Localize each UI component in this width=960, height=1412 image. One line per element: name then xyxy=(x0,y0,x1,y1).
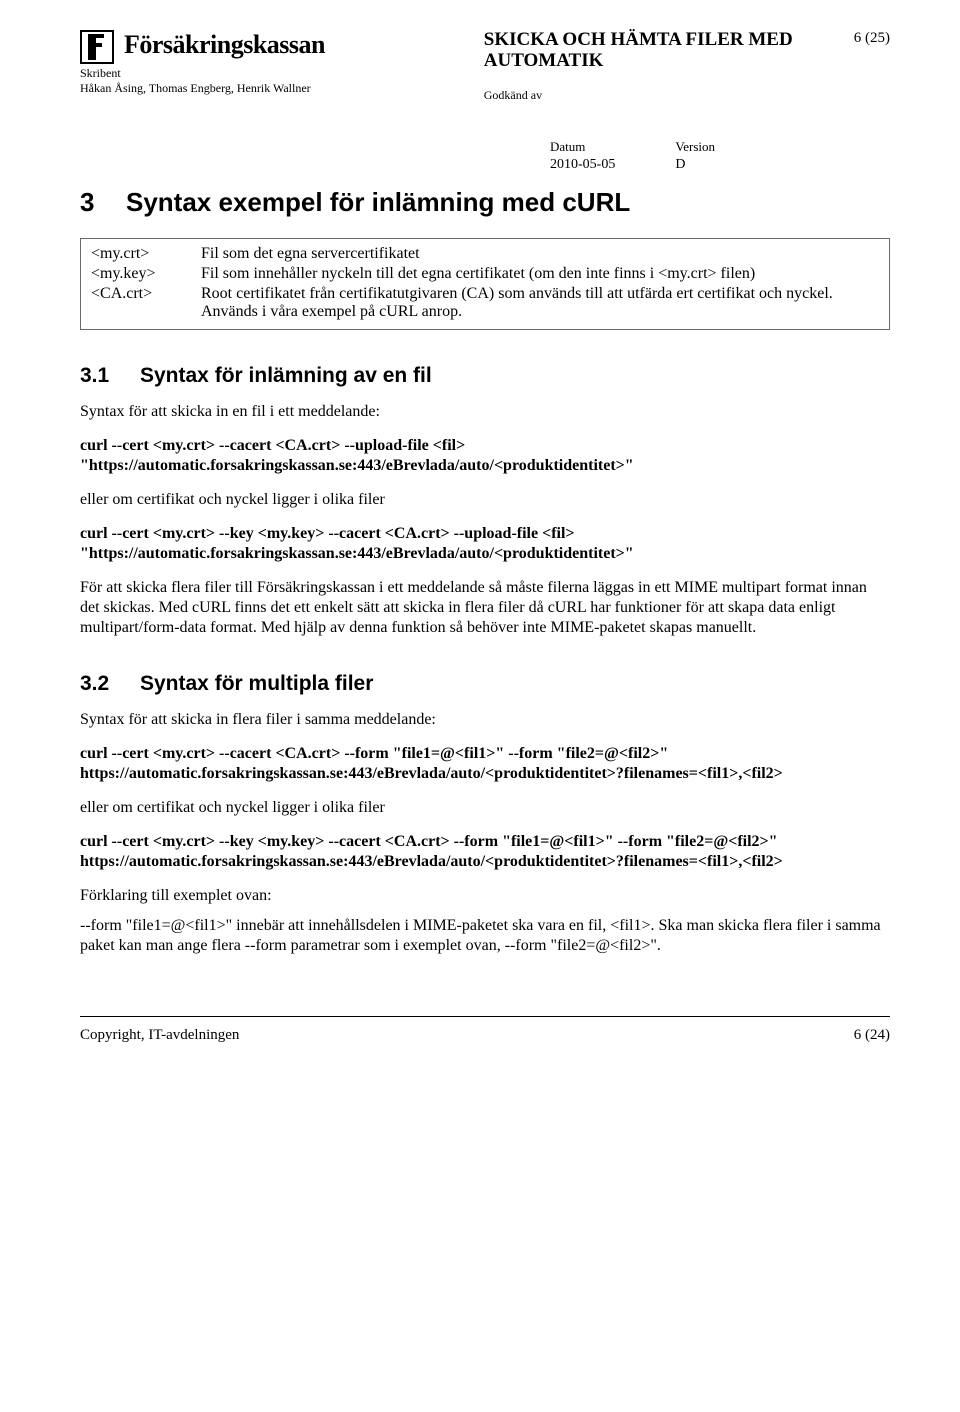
definitions-table: <my.crt> Fil som det egna servercertifik… xyxy=(91,245,879,323)
heading-3-2: 3.2Syntax för multipla filer xyxy=(80,672,890,696)
page-number-top: 6 (25) xyxy=(854,30,890,47)
version-value: D xyxy=(675,157,715,173)
header-left: Försäkringskassan Skribent Håkan Åsing, … xyxy=(80,30,325,96)
doc-title: SKICKA OCH HÄMTA FILER MED AUTOMATIK xyxy=(484,30,814,72)
header-right: SKICKA OCH HÄMTA FILER MED AUTOMATIK God… xyxy=(484,30,890,103)
datum-col: Datum 2010-05-05 xyxy=(550,139,615,173)
def-val: Fil som innehåller nyckeln till det egna… xyxy=(201,265,879,285)
def-val: Fil som det egna servercertifikatet xyxy=(201,245,879,265)
s32-cmd2: curl --cert <my.crt> --key <my.key> --ca… xyxy=(80,832,890,872)
heading-3-1-text: Syntax för inlämning av en fil xyxy=(140,364,432,387)
s31-para: För att skicka flera filer till Försäkri… xyxy=(80,578,890,638)
heading-3-1: 3.1Syntax för inlämning av en fil xyxy=(80,364,890,388)
brand-block: Försäkringskassan xyxy=(80,30,325,64)
s31-cmd2: curl --cert <my.crt> --key <my.key> --ca… xyxy=(80,524,890,564)
page-header: Försäkringskassan Skribent Håkan Åsing, … xyxy=(80,30,890,103)
datum-version-block: Datum 2010-05-05 Version D xyxy=(550,139,890,173)
heading-3-1-number: 3.1 xyxy=(80,364,140,388)
brand-name: Försäkringskassan xyxy=(124,30,325,60)
s32-intro: Syntax för att skicka in flera filer i s… xyxy=(80,710,890,730)
def-key: <my.crt> xyxy=(91,245,201,265)
version-col: Version D xyxy=(675,139,715,173)
heading-3-2-number: 3.2 xyxy=(80,672,140,696)
s32-or: eller om certifikat och nyckel ligger i … xyxy=(80,798,890,818)
heading-3-2-text: Syntax för multipla filer xyxy=(140,672,373,695)
s31-cmd1: curl --cert <my.crt> --cacert <CA.crt> -… xyxy=(80,436,890,476)
footer-rule xyxy=(80,1016,890,1017)
skribent-value: Håkan Åsing, Thomas Engberg, Henrik Wall… xyxy=(80,81,325,96)
s31-or: eller om certifikat och nyckel ligger i … xyxy=(80,490,890,510)
document-page: Försäkringskassan Skribent Håkan Åsing, … xyxy=(0,0,960,1412)
def-val: Root certifikatet från certifikatutgivar… xyxy=(201,285,879,323)
table-row: <my.key> Fil som innehåller nyckeln till… xyxy=(91,265,879,285)
datum-value: 2010-05-05 xyxy=(550,157,615,173)
table-row: <my.crt> Fil som det egna servercertifik… xyxy=(91,245,879,265)
heading-3-number: 3 xyxy=(80,187,126,218)
s31-intro: Syntax för att skicka in en fil i ett me… xyxy=(80,402,890,422)
heading-3-text: Syntax exempel för inlämning med cURL xyxy=(126,187,630,217)
s32-cmd1: curl --cert <my.crt> --cacert <CA.crt> -… xyxy=(80,744,890,784)
def-key: <my.key> xyxy=(91,265,201,285)
s32-explain-label: Förklaring till exemplet ovan: xyxy=(80,886,890,906)
footer-left: Copyright, IT-avdelningen xyxy=(80,1027,239,1044)
version-label: Version xyxy=(675,139,715,155)
table-row: <CA.crt> Root certifikatet från certifik… xyxy=(91,285,879,323)
footer-right: 6 (24) xyxy=(854,1027,890,1044)
page-footer: Copyright, IT-avdelningen 6 (24) xyxy=(80,1027,890,1044)
godkand-label: Godkänd av xyxy=(484,88,814,103)
fk-logo-icon xyxy=(80,30,114,64)
s32-explain: --form "file1=@<fil1>" innebär att inneh… xyxy=(80,916,890,956)
datum-label: Datum xyxy=(550,139,615,155)
doc-title-block: SKICKA OCH HÄMTA FILER MED AUTOMATIK God… xyxy=(484,30,814,103)
definitions-box: <my.crt> Fil som det egna servercertifik… xyxy=(80,238,890,330)
skribent-label: Skribent xyxy=(80,66,325,81)
def-key: <CA.crt> xyxy=(91,285,201,323)
skribent-block: Skribent Håkan Åsing, Thomas Engberg, He… xyxy=(80,66,325,96)
heading-3: 3Syntax exempel för inlämning med cURL xyxy=(80,187,890,218)
